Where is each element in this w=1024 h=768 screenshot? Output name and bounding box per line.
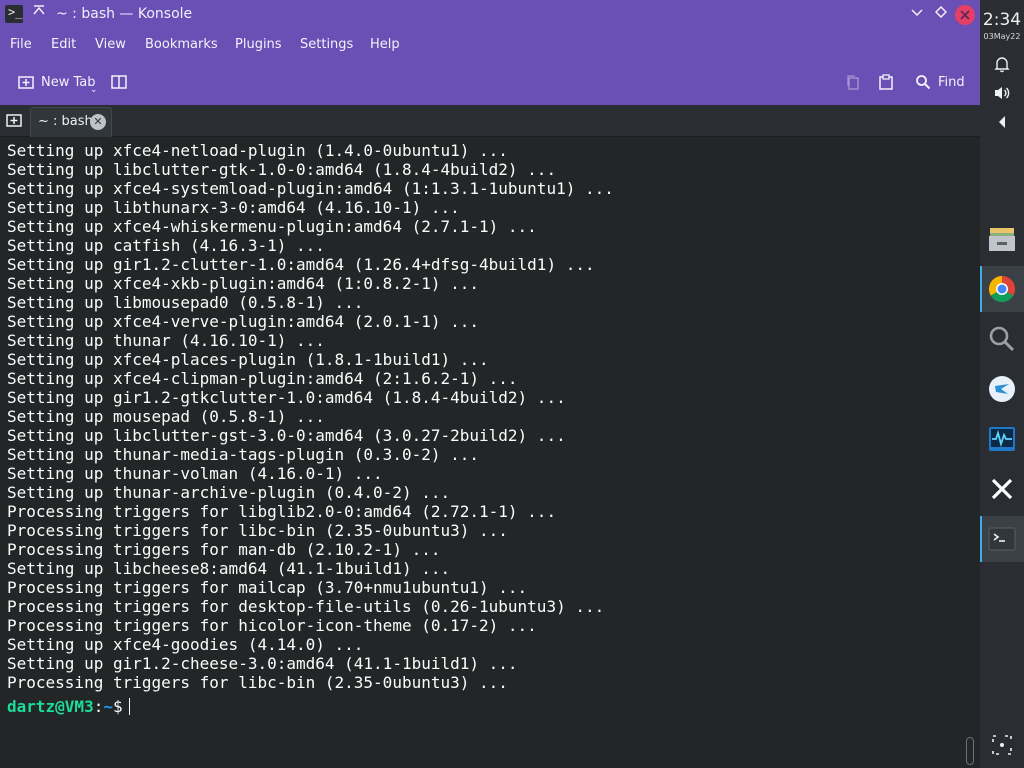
- terminal-line: Setting up gir1.2-gtkclutter-1.0:amd64 (…: [7, 388, 566, 407]
- terminal-line: Setting up thunar (4.16.10-1) ...: [7, 331, 325, 350]
- volume-icon[interactable]: [980, 85, 1024, 105]
- menu-bar: File Edit View Bookmarks Plugins Setting…: [0, 30, 980, 60]
- find-button[interactable]: Find: [938, 75, 965, 90]
- terminal-line: Setting up libthunarx-3-0:amd64 (4.16.10…: [7, 198, 460, 217]
- task-files[interactable]: [980, 216, 1024, 262]
- terminal-output[interactable]: Setting up xfce4-netload-plugin (1.4.0-0…: [0, 137, 958, 768]
- app-icon-glyph: >_: [8, 5, 23, 19]
- terminal-line: Setting up xfce4-netload-plugin (1.4.0-0…: [7, 141, 508, 160]
- expand-arrow-icon[interactable]: [980, 114, 1024, 133]
- terminal-line: Setting up libcheese8:amd64 (41.1-1build…: [7, 559, 451, 578]
- terminal-line: Setting up thunar-media-tags-plugin (0.3…: [7, 445, 480, 464]
- side-panel: 2:34 03May22: [980, 0, 1024, 768]
- text-cursor: [128, 698, 130, 715]
- konsole-app-icon[interactable]: >_: [5, 5, 23, 23]
- clock-time[interactable]: 2:34: [980, 10, 1024, 30]
- terminal-line: Setting up thunar-volman (4.16.0-1) ...: [7, 464, 383, 483]
- menu-edit[interactable]: Edit: [51, 37, 76, 52]
- terminal-line: Setting up xfce4-xkb-plugin:amd64 (1:0.8…: [7, 274, 480, 293]
- copy-icon[interactable]: [845, 74, 861, 94]
- terminal-line: Setting up gir1.2-cheese-3.0:amd64 (41.1…: [7, 654, 518, 673]
- tab-bar: ~ : bash ✕: [0, 105, 980, 137]
- prompt-path: ~: [103, 697, 113, 716]
- terminal-line: Setting up xfce4-whiskermenu-plugin:amd6…: [7, 217, 537, 236]
- bell-icon[interactable]: [980, 55, 1024, 77]
- title-bar[interactable]: >_ ~ : bash — Konsole: [0, 0, 980, 30]
- minimize-icon[interactable]: [907, 5, 927, 25]
- kde-menu-icon[interactable]: [980, 732, 1024, 762]
- xwindow-icon: [991, 478, 1013, 500]
- tab-close-icon[interactable]: ✕: [90, 114, 106, 130]
- menu-view[interactable]: View: [95, 37, 126, 52]
- terminal-line: Setting up xfce4-systemload-plugin:amd64…: [7, 179, 614, 198]
- system-monitor-icon: [989, 427, 1015, 451]
- new-tab-corner-icon[interactable]: [0, 105, 28, 135]
- konsole-icon: [988, 527, 1016, 551]
- task-xwindow[interactable]: [980, 466, 1024, 512]
- chrome-icon: [988, 275, 1016, 303]
- task-app[interactable]: [980, 366, 1024, 412]
- terminal-scrollbar[interactable]: [958, 137, 980, 768]
- terminal-line: Setting up libclutter-gst-3.0-0:amd64 (3…: [7, 426, 566, 445]
- terminal-line: Processing triggers for man-db (2.10.2-1…: [7, 540, 441, 559]
- tab-label: ~ : bash: [38, 114, 93, 129]
- terminal-line: Setting up libclutter-gtk-1.0-0:amd64 (1…: [7, 160, 557, 179]
- prompt-user-host: dartz@VM3: [7, 697, 94, 716]
- terminal-line: Setting up xfce4-goodies (4.14.0) ...: [7, 635, 364, 654]
- prompt-symbol: $: [112, 697, 123, 716]
- terminal-line: Setting up thunar-archive-plugin (0.4.0-…: [7, 483, 451, 502]
- search-icon: [989, 326, 1015, 352]
- new-tab-icon[interactable]: [18, 74, 34, 94]
- task-chrome[interactable]: [980, 266, 1024, 312]
- terminal-line: Setting up catfish (4.16.3-1) ...: [7, 236, 325, 255]
- prompt-separator: :: [93, 697, 104, 716]
- terminal-line: Setting up xfce4-clipman-plugin:amd64 (2…: [7, 369, 518, 388]
- files-icon: [989, 228, 1015, 251]
- konsole-window: >_ ~ : bash — Konsole File Edit View Boo…: [0, 0, 980, 768]
- keep-above-icon[interactable]: [30, 4, 48, 24]
- terminal-line: Setting up mousepad (0.5.8-1) ...: [7, 407, 325, 426]
- tab-bash[interactable]: ~ : bash ✕: [30, 107, 112, 137]
- terminal-line: Processing triggers for mailcap (3.70+nm…: [7, 578, 528, 597]
- active-task-marker: [980, 266, 982, 312]
- paste-icon[interactable]: [878, 74, 894, 94]
- window-title: ~ : bash — Konsole: [56, 6, 193, 22]
- active-task-marker: [980, 516, 982, 562]
- app-icon: [989, 376, 1015, 402]
- terminal-line: Processing triggers for libc-bin (2.35-0…: [7, 521, 508, 540]
- clock-date: 03May22: [983, 32, 1021, 41]
- new-tab-button[interactable]: New Tab: [41, 75, 96, 90]
- menu-settings[interactable]: Settings: [300, 37, 353, 52]
- maximize-icon[interactable]: [931, 5, 951, 25]
- terminal-line: Setting up gir1.2-clutter-1.0:amd64 (1.2…: [7, 255, 595, 274]
- terminal-line: Setting up xfce4-places-plugin (1.8.1-1b…: [7, 350, 489, 369]
- terminal-line: Processing triggers for desktop-file-uti…: [7, 597, 605, 616]
- prompt-line[interactable]: dartz@VM3:~$: [7, 697, 130, 716]
- terminal-line: Setting up libmousepad0 (0.5.8-1) ...: [7, 293, 364, 312]
- menu-bookmarks[interactable]: Bookmarks: [145, 37, 218, 52]
- terminal-line: Setting up xfce4-verve-plugin:amd64 (2.0…: [7, 312, 480, 331]
- toolbar: New Tab ⌄ Find: [0, 60, 980, 105]
- terminal-line: Processing triggers for libc-bin (2.35-0…: [7, 673, 508, 692]
- terminal-lines: Setting up xfce4-netload-plugin (1.4.0-0…: [7, 141, 614, 692]
- menu-help[interactable]: Help: [370, 37, 400, 52]
- close-icon[interactable]: [955, 5, 975, 25]
- terminal-line: Processing triggers for hicolor-icon-the…: [7, 616, 537, 635]
- menu-plugins[interactable]: Plugins: [235, 37, 282, 52]
- scrollbar-thumb[interactable]: [966, 737, 974, 765]
- dropdown-arrow-icon[interactable]: ⌄: [90, 85, 98, 95]
- terminal-line: Processing triggers for libglib2.0-0:amd…: [7, 502, 557, 521]
- menu-file[interactable]: File: [10, 37, 32, 52]
- task-search[interactable]: [980, 316, 1024, 362]
- task-konsole[interactable]: [980, 516, 1024, 562]
- task-system-monitor[interactable]: [980, 416, 1024, 462]
- find-icon[interactable]: [915, 74, 931, 94]
- split-view-icon[interactable]: [111, 74, 127, 94]
